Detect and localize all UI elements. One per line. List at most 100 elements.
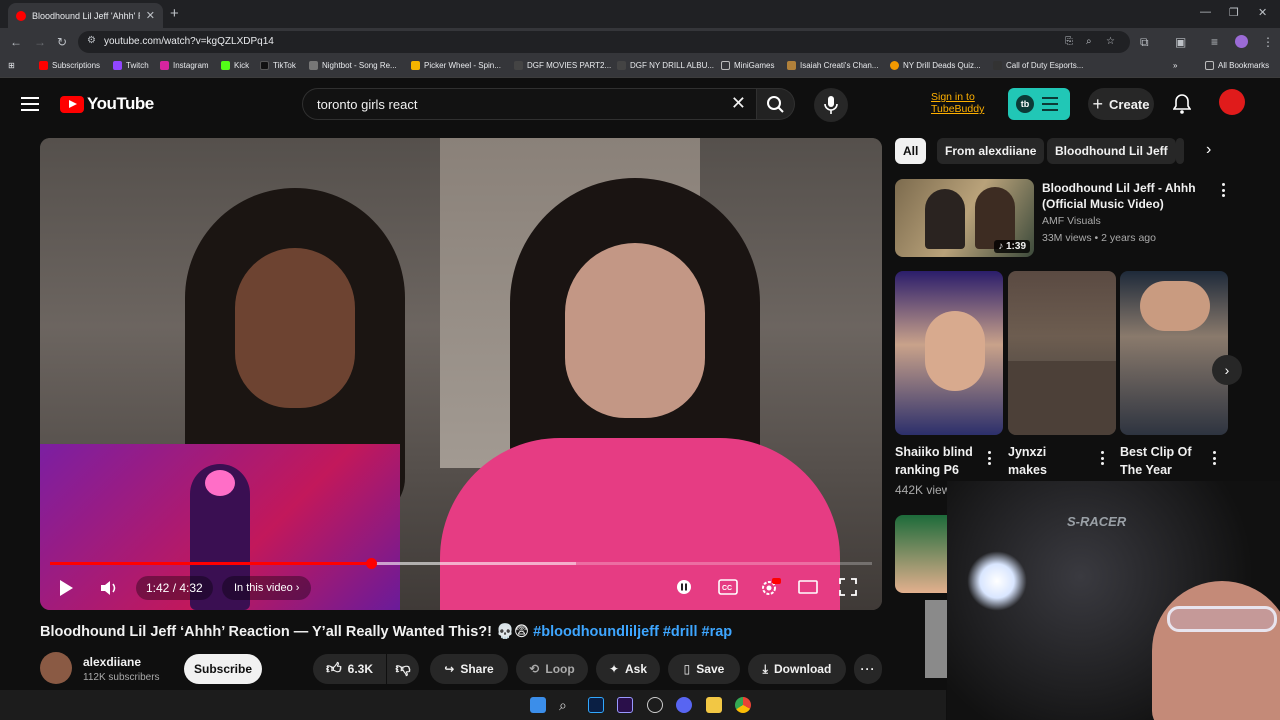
next-thumbnail[interactable] xyxy=(925,600,947,678)
channel-name[interactable]: alexdiiane xyxy=(83,655,141,669)
photoshop-icon[interactable] xyxy=(588,697,604,713)
site-info-icon[interactable]: ⚙ xyxy=(87,35,96,46)
extensions-icon[interactable]: ⧉ xyxy=(1140,35,1149,50)
tubebuddy-signin-link[interactable]: Sign in to TubeBuddy xyxy=(931,91,984,115)
chip-partial[interactable] xyxy=(1176,138,1184,164)
bookmark-star-icon[interactable]: ☆ xyxy=(1106,36,1115,47)
premiere-icon[interactable] xyxy=(617,697,633,713)
theater-mode-button[interactable] xyxy=(798,579,818,598)
windows-start-icon[interactable] xyxy=(530,697,546,713)
bookmark-dgf-movies[interactable]: DGF MOVIES PART2... xyxy=(514,61,611,70)
like-button[interactable]: 👍︎ 6.3K xyxy=(313,654,386,684)
taskbar-search-icon[interactable]: ⌕ xyxy=(559,697,575,713)
media-icon[interactable]: ≡ xyxy=(1211,35,1218,49)
back-icon[interactable]: ← xyxy=(10,35,22,49)
progress-bar[interactable] xyxy=(50,558,872,569)
chip-bloodhound-lil-jeff[interactable]: Bloodhound Lil Jeff xyxy=(1047,138,1176,164)
bookmark-picker-wheel[interactable]: Picker Wheel - Spin... xyxy=(411,61,501,70)
restore-icon[interactable]: ❐ xyxy=(1229,6,1239,19)
app-icon[interactable] xyxy=(647,697,663,713)
profile-avatar[interactable] xyxy=(1235,35,1248,48)
bookmark-subscriptions[interactable]: Subscriptions xyxy=(39,61,100,70)
close-tab-icon[interactable]: ✕ xyxy=(146,9,155,22)
forward-icon[interactable]: → xyxy=(34,35,46,49)
browser-tab[interactable]: Bloodhound Lil Jeff 'Ahhh' Reac... ✕ xyxy=(8,3,163,28)
short-thumbnail[interactable] xyxy=(895,271,1003,435)
chips-next-icon[interactable]: › xyxy=(1206,141,1211,159)
all-bookmarks[interactable]: All Bookmarks xyxy=(1205,61,1269,70)
play-button[interactable] xyxy=(58,579,74,600)
next-thumbnail[interactable] xyxy=(895,515,947,593)
bookmark-minigames[interactable]: MiniGames xyxy=(721,61,774,70)
bookmark-ny-drill-quiz[interactable]: NY Drill Deads Quiz... xyxy=(890,61,981,70)
chrome-menu-icon[interactable]: ⋮ xyxy=(1262,35,1274,49)
account-avatar[interactable] xyxy=(1219,89,1245,115)
bookmark-isaiah[interactable]: Isaiah Creati's Chan... xyxy=(787,61,878,70)
bookmark-twitch[interactable]: Twitch xyxy=(113,61,149,70)
chrome-icon[interactable] xyxy=(735,697,751,713)
played-bar xyxy=(50,562,371,565)
chip-from-alexdiiane[interactable]: From alexdiiane xyxy=(937,138,1045,164)
loop-button[interactable]: ⟲ Loop xyxy=(516,654,588,684)
recommended-thumbnail[interactable]: ♪ 1:39 xyxy=(895,179,1034,257)
short-title[interactable]: Shaiiko blind ranking P6 xyxy=(895,443,975,477)
shorts-next-icon[interactable]: › xyxy=(1212,355,1242,385)
bookmark-kick[interactable]: Kick xyxy=(221,61,249,70)
short-title[interactable]: Jynxzi makes xyxy=(1008,443,1088,477)
download-button[interactable]: ⤓ Download xyxy=(748,654,846,684)
bookmark-cod-esports[interactable]: Call of Duty Esports... xyxy=(993,61,1083,70)
more-options-icon[interactable] xyxy=(1222,183,1226,200)
bookmark-dgf-ny-drill[interactable]: DGF NY DRILL ALBU... xyxy=(617,61,714,70)
youtube-logo[interactable]: YouTube xyxy=(60,94,154,114)
dislike-button[interactable]: 👎︎ xyxy=(387,654,419,684)
recommended-channel[interactable]: AMF Visuals xyxy=(1042,215,1101,227)
save-button[interactable]: ▯ Save xyxy=(668,654,740,684)
more-options-icon[interactable] xyxy=(1213,451,1217,468)
address-bar[interactable]: ⚙ youtube.com/watch?v=kgQZLXDPq14 ⎘ ⌕ ☆ xyxy=(78,31,1130,53)
short-views: 442K view xyxy=(895,483,951,497)
search-input[interactable]: toronto girls react ✕ xyxy=(302,88,757,120)
more-actions-icon[interactable]: ··· xyxy=(854,654,882,684)
discord-icon[interactable] xyxy=(676,697,692,713)
chip-all[interactable]: All xyxy=(895,138,927,164)
menu-icon[interactable] xyxy=(21,97,39,111)
bookmark-tiktok[interactable]: TikTok xyxy=(260,61,296,70)
create-button[interactable]: + Create xyxy=(1088,88,1154,120)
settings-button[interactable] xyxy=(759,577,781,600)
notifications-bell-icon[interactable] xyxy=(1172,94,1192,119)
new-tab-icon[interactable]: + xyxy=(170,5,179,22)
tubebuddy-button[interactable]: tb xyxy=(1008,88,1070,120)
chapters-button[interactable]: In this video › xyxy=(222,576,312,600)
zoom-icon[interactable]: ⌕ xyxy=(1086,36,1092,47)
captions-button[interactable]: CC xyxy=(718,579,738,598)
autoplay-toggle[interactable] xyxy=(676,579,692,598)
hashtag-links[interactable]: #bloodhoundliljeff #drill #rap xyxy=(533,624,732,640)
volume-button[interactable] xyxy=(100,579,120,600)
bookmark-nightbot[interactable]: Nightbot - Song Re... xyxy=(309,61,397,70)
recommended-title[interactable]: Bloodhound Lil Jeff - Ahhh (Official Mus… xyxy=(1042,180,1202,212)
more-options-icon[interactable] xyxy=(1101,451,1105,468)
more-options-icon[interactable] xyxy=(988,451,992,468)
minimize-icon[interactable]: — xyxy=(1200,6,1211,18)
fullscreen-button[interactable] xyxy=(839,578,857,599)
clear-search-icon[interactable]: ✕ xyxy=(731,93,746,114)
short-thumbnail[interactable] xyxy=(1120,271,1228,435)
short-thumbnail[interactable] xyxy=(1008,271,1116,435)
close-window-icon[interactable]: ✕ xyxy=(1258,6,1267,19)
voice-search-button[interactable] xyxy=(814,88,848,122)
short-title[interactable]: Best Clip Of The Year xyxy=(1120,443,1200,477)
install-icon[interactable]: ⎘ xyxy=(1065,36,1073,47)
ask-button[interactable]: ✦ Ask xyxy=(596,654,660,684)
reload-icon[interactable]: ↻ xyxy=(57,35,67,49)
share-button[interactable]: ↪ Share xyxy=(430,654,508,684)
bookmark-instagram[interactable]: Instagram xyxy=(160,61,209,70)
bookmarks-overflow-icon[interactable]: » xyxy=(1173,61,1177,70)
apps-icon[interactable]: ⊞ xyxy=(8,61,15,70)
video-player[interactable]: 1:42 / 4:32 In this video › CC xyxy=(40,138,882,610)
file-explorer-icon[interactable] xyxy=(706,697,722,713)
sidepanel-icon[interactable]: ▣ xyxy=(1175,35,1186,49)
search-button[interactable] xyxy=(757,88,795,120)
subscribe-button[interactable]: Subscribe xyxy=(184,654,262,684)
channel-avatar[interactable] xyxy=(40,652,72,684)
scrubber-handle[interactable] xyxy=(365,558,377,569)
